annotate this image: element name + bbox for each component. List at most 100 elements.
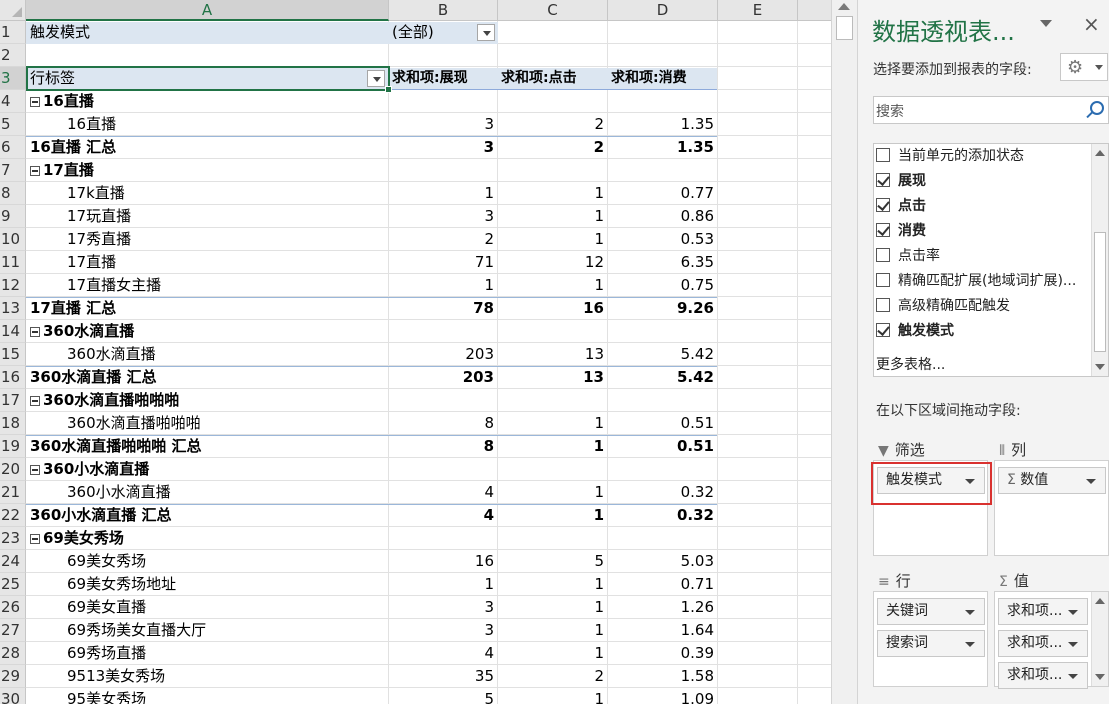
- collapse-minus-icon[interactable]: [30, 327, 40, 337]
- value-cell[interactable]: 6.35: [608, 251, 717, 274]
- field-search-input[interactable]: 搜索: [873, 96, 1109, 124]
- value-cell[interactable]: 0.86: [608, 205, 717, 228]
- item-row-label[interactable]: 69秀场美女直播大厅: [67, 619, 385, 642]
- scroll-up-arrow-icon[interactable]: [1095, 598, 1105, 604]
- value-cell[interactable]: 1.35: [608, 113, 717, 136]
- row-header[interactable]: 2: [0, 44, 26, 67]
- subtotal-row-label[interactable]: 360水滴直播啪啪啪 汇总: [30, 435, 385, 458]
- field-list-scrollbar[interactable]: [1091, 144, 1108, 376]
- scroll-up-arrow-icon[interactable]: [1095, 150, 1105, 156]
- field-checkbox-item[interactable]: 触发模式: [876, 320, 954, 342]
- filter-dropdown-button[interactable]: [477, 24, 495, 41]
- row-header[interactable]: 15: [0, 343, 26, 366]
- group-row-label[interactable]: 360水滴直播: [26, 320, 386, 343]
- row-header[interactable]: 19: [0, 435, 26, 458]
- chevron-down-icon[interactable]: [965, 610, 975, 615]
- item-row-label[interactable]: 17直播: [67, 251, 385, 274]
- value-cell[interactable]: 2: [498, 113, 607, 136]
- item-row-label[interactable]: 69美女秀场: [67, 550, 385, 573]
- value-cell[interactable]: 13: [498, 343, 607, 366]
- chevron-down-icon[interactable]: [1068, 642, 1078, 647]
- group-row-label[interactable]: 360小水滴直播: [26, 458, 386, 481]
- field-checkbox-item[interactable]: 当前单元的添加状态: [876, 145, 1024, 167]
- field-checkbox-item[interactable]: 点击率: [876, 245, 940, 267]
- column-header-a[interactable]: A: [26, 0, 389, 21]
- group-row-label[interactable]: 360水滴直播啪啪啪: [26, 389, 386, 412]
- row-header[interactable]: 1: [0, 21, 26, 44]
- value-cell[interactable]: 1: [498, 182, 607, 205]
- row-header[interactable]: 21: [0, 481, 26, 504]
- value-cell[interactable]: 1: [498, 274, 607, 297]
- value-cell[interactable]: 16: [389, 550, 497, 573]
- scroll-down-arrow-icon[interactable]: [1095, 674, 1105, 680]
- column-header-d[interactable]: D: [608, 0, 718, 21]
- tools-button[interactable]: ⚙: [1060, 53, 1108, 81]
- sheet-vertical-scrollbar[interactable]: [831, 0, 857, 704]
- row-header[interactable]: 3: [0, 67, 26, 90]
- item-row-label[interactable]: 17玩直播: [67, 205, 385, 228]
- value-cell[interactable]: 35: [389, 665, 497, 688]
- item-row-label[interactable]: 69美女秀场地址: [67, 573, 385, 596]
- value-cell[interactable]: 71: [389, 251, 497, 274]
- item-row-label[interactable]: 17k直播: [67, 182, 385, 205]
- value-cell[interactable]: 8: [389, 412, 497, 435]
- checkbox[interactable]: [876, 173, 890, 187]
- value-cell[interactable]: 0.39: [608, 642, 717, 665]
- search-icon[interactable]: [1090, 101, 1104, 115]
- value-cell[interactable]: 5.03: [608, 550, 717, 573]
- values-field-chip[interactable]: 求和项...: [998, 662, 1088, 689]
- spreadsheet-grid[interactable]: A B C D E 1 2 3 4 5 6 7 8 9 10 11 12 13 14 15 16 17 18 19 20 21 22…: [0, 0, 831, 704]
- row-header[interactable]: 14: [0, 320, 26, 343]
- value-cell[interactable]: 0.75: [608, 274, 717, 297]
- collapse-minus-icon[interactable]: [30, 166, 40, 176]
- item-row-label[interactable]: 17秀直播: [67, 228, 385, 251]
- group-row-label[interactable]: 69美女秀场: [26, 527, 386, 550]
- scroll-up-arrow-icon[interactable]: [838, 3, 850, 10]
- values-area-scrollbar[interactable]: [1091, 592, 1108, 686]
- item-row-label[interactable]: 17直播女主播: [67, 274, 385, 297]
- value-cell[interactable]: 0.51: [608, 412, 717, 435]
- value-cell[interactable]: 1: [498, 688, 607, 704]
- filter-field-chip[interactable]: 触发模式: [877, 467, 985, 494]
- row-header[interactable]: 13: [0, 297, 26, 320]
- more-tables-link[interactable]: 更多表格...: [876, 354, 945, 374]
- value-cell[interactable]: 4: [389, 642, 497, 665]
- select-all-corner[interactable]: [0, 0, 26, 21]
- row-header[interactable]: 24: [0, 550, 26, 573]
- collapse-minus-icon[interactable]: [30, 396, 40, 406]
- chevron-down-icon[interactable]: [1068, 674, 1078, 679]
- value-cell[interactable]: 0.51: [608, 435, 717, 458]
- checkbox[interactable]: [876, 273, 890, 287]
- checkbox[interactable]: [876, 148, 890, 162]
- item-row-label[interactable]: 69秀场直播: [67, 642, 385, 665]
- group-row-label[interactable]: 17直播: [26, 159, 386, 182]
- scroll-down-arrow-icon[interactable]: [1095, 364, 1105, 370]
- checkbox[interactable]: [876, 198, 890, 212]
- chevron-down-icon[interactable]: [1068, 610, 1078, 615]
- filter-value[interactable]: (全部): [392, 21, 472, 44]
- value-cell[interactable]: 4: [389, 481, 497, 504]
- value-cell[interactable]: 3: [389, 136, 497, 159]
- row-header[interactable]: 23: [0, 527, 26, 550]
- row-header[interactable]: 7: [0, 159, 26, 182]
- value-cell[interactable]: 203: [389, 343, 497, 366]
- row-header[interactable]: 26: [0, 596, 26, 619]
- value-cell[interactable]: 2: [498, 136, 607, 159]
- item-row-label[interactable]: 360小水滴直播: [67, 481, 385, 504]
- value-cell[interactable]: 0.71: [608, 573, 717, 596]
- columns-field-chip[interactable]: Σ 数值: [998, 467, 1106, 494]
- rows-field-chip-keyword[interactable]: 关键词: [877, 598, 985, 625]
- group-row-label[interactable]: 16直播: [26, 90, 386, 113]
- value-cell[interactable]: 203: [389, 366, 497, 389]
- item-row-label[interactable]: 9513美女秀场: [67, 665, 385, 688]
- item-row-label[interactable]: 69美女直播: [67, 596, 385, 619]
- column-header-e[interactable]: E: [718, 0, 798, 21]
- value-cell[interactable]: 5.42: [608, 343, 717, 366]
- value-cell[interactable]: 5: [498, 550, 607, 573]
- collapse-minus-icon[interactable]: [30, 465, 40, 475]
- value-cell[interactable]: 3: [389, 205, 497, 228]
- value-cell[interactable]: 1: [389, 573, 497, 596]
- pane-options-dropdown-icon[interactable]: [1040, 20, 1052, 27]
- row-header[interactable]: 10: [0, 228, 26, 251]
- row-header[interactable]: 28: [0, 642, 26, 665]
